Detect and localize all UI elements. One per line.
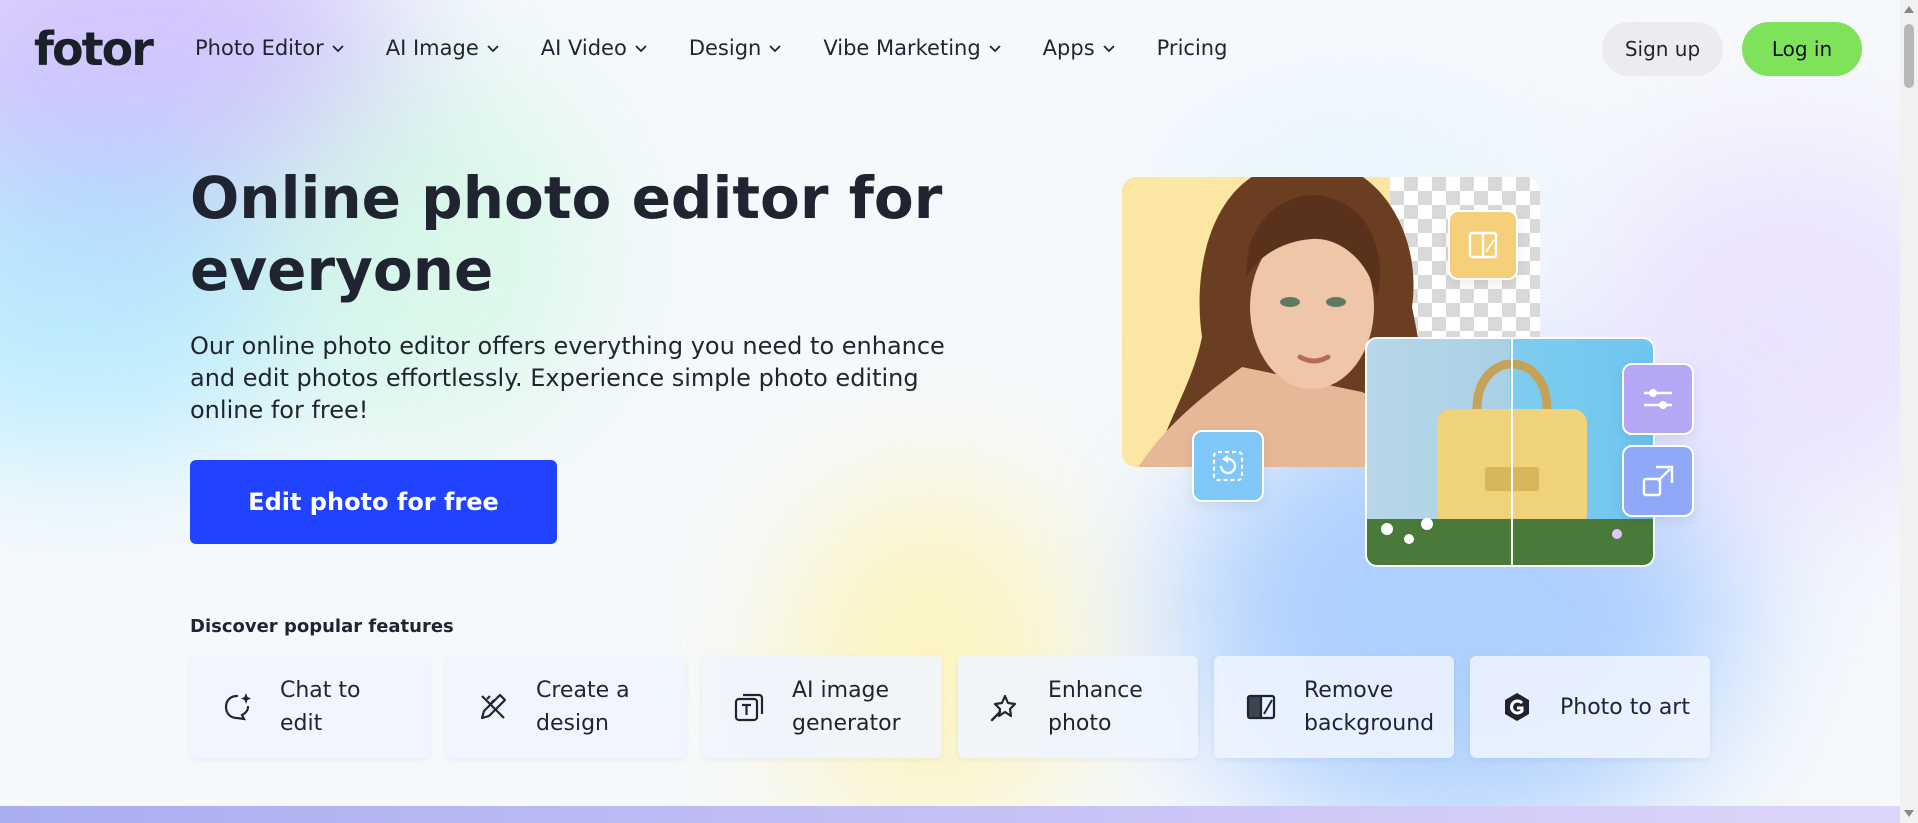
next-section-band <box>0 806 1900 823</box>
feature-enhance-photo[interactable]: Enhance photo <box>958 656 1198 758</box>
chevron-down-icon <box>1103 45 1115 53</box>
remove-bg-icon <box>1246 694 1276 720</box>
chevron-down-icon <box>989 45 1001 53</box>
feature-label: Remove background <box>1304 678 1435 736</box>
nav-label: Vibe Marketing <box>823 36 981 60</box>
feature-label: Enhance photo <box>1048 678 1143 736</box>
hero-illustration <box>1120 155 1700 575</box>
feature-ai-image-generator[interactable]: AI image generator <box>702 656 942 758</box>
hero-title: Online photo editor for everyone <box>190 164 943 304</box>
nav-label: Design <box>688 36 762 60</box>
nav-label: Pricing <box>1156 36 1228 60</box>
nav-ai-video[interactable]: AI Video <box>541 36 649 60</box>
feature-label: Create a design <box>536 678 630 736</box>
feature-remove-background[interactable]: Remove background <box>1214 656 1454 758</box>
nav-ai-image[interactable]: AI Image <box>386 36 501 60</box>
feature-label: AI image generator <box>792 678 901 736</box>
hero-subtitle: Our online photo editor offers everythin… <box>190 332 945 424</box>
scroll-up-arrow-icon[interactable] <box>1904 6 1914 13</box>
feature-create-design[interactable]: Create a design <box>446 656 686 758</box>
chevron-down-icon <box>487 45 499 53</box>
scroll-thumb[interactable] <box>1904 24 1914 88</box>
handbag-illustration <box>1367 339 1653 565</box>
main-nav: Photo Editor AI Image AI Video Design Vi… <box>195 36 1267 60</box>
nav-label: AI Video <box>540 36 627 60</box>
chevron-down-icon <box>332 45 344 53</box>
resize-icon <box>1642 465 1674 497</box>
ai-text-image-icon <box>734 693 764 722</box>
chevron-down-icon <box>769 45 781 53</box>
resize-tile <box>1622 445 1694 517</box>
page: fotor Photo Editor AI Image AI Video Des… <box>0 0 1900 823</box>
nav-vibe-marketing[interactable]: Vibe Marketing <box>823 36 1002 60</box>
pencil-ruler-icon <box>480 693 507 720</box>
scroll-down-arrow-icon[interactable] <box>1904 810 1914 817</box>
nav-design[interactable]: Design <box>689 36 784 60</box>
page-scrollbar[interactable] <box>1900 0 1918 823</box>
nav-label: AI Image <box>385 36 479 60</box>
restore-tile <box>1192 430 1264 502</box>
rotate-restore-icon <box>1212 450 1244 482</box>
feature-photo-to-art[interactable]: Photo to art <box>1470 656 1710 758</box>
sliders-icon <box>1644 389 1672 409</box>
nav-photo-editor[interactable]: Photo Editor <box>195 36 346 60</box>
edit-photo-cta-button[interactable]: Edit photo for free <box>190 460 557 544</box>
magic-star-icon <box>990 694 1017 722</box>
handbag-photo <box>1365 337 1655 567</box>
feature-label: Chat to edit <box>280 678 361 736</box>
features-row: Chat to edit Create a design AI image ge… <box>190 656 1726 758</box>
chevron-down-icon <box>635 45 647 53</box>
nav-label: Apps <box>1042 36 1095 60</box>
feature-label: Photo to art <box>1560 694 1690 720</box>
fotor-logo[interactable]: fotor <box>34 22 154 76</box>
art-g-icon <box>1505 693 1529 721</box>
split-compare-tile <box>1448 210 1518 280</box>
feature-chat-to-edit[interactable]: Chat to edit <box>190 656 430 758</box>
features-label: Discover popular features <box>190 616 454 637</box>
split-compare-icon <box>1468 231 1498 259</box>
site-header: fotor Photo Editor AI Image AI Video Des… <box>0 0 1900 100</box>
nav-pricing[interactable]: Pricing <box>1157 36 1228 60</box>
signup-button[interactable]: Sign up <box>1602 22 1723 76</box>
nav-label: Photo Editor <box>195 36 324 60</box>
login-button[interactable]: Log in <box>1742 22 1862 76</box>
chat-sparkle-icon <box>224 693 251 721</box>
adjust-tile <box>1622 363 1694 435</box>
nav-apps[interactable]: Apps <box>1043 36 1117 60</box>
